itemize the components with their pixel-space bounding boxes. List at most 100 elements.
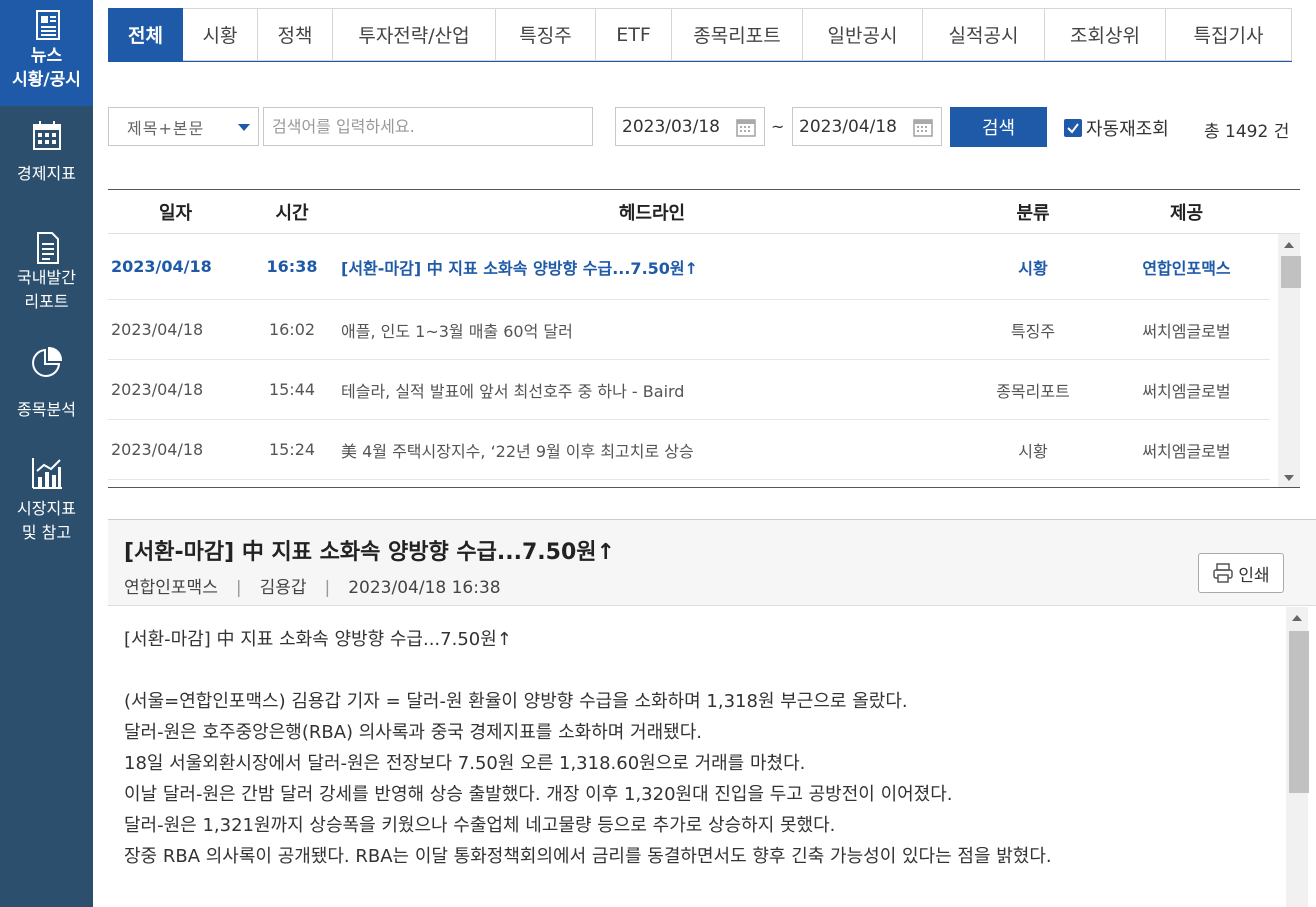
row-date: 2023/04/18 <box>111 257 212 276</box>
date-to-field[interactable]: 2023/04/18 <box>792 107 942 146</box>
row-time: 15:24 <box>268 440 316 459</box>
article-header: [서환-마감] 中 지표 소화속 양방향 수급...7.50원↑ 연합인포맥스 |… <box>108 520 1316 606</box>
article-view: [서환-마감] 中 지표 소화속 양방향 수급...7.50원↑ 연합인포맥스 |… <box>108 519 1316 907</box>
col-header-provider: 제공 <box>1169 202 1204 224</box>
auto-refresh-label: 자동재조회 <box>1086 119 1169 140</box>
chevron-down-icon <box>238 124 250 131</box>
col-header-date: 일자 <box>158 202 193 224</box>
check-icon[interactable] <box>1064 119 1082 137</box>
category-tabs: 전체 시황 정책 투자전략/산업 특징주 ETF 종목리포트 일반공시 실적공시… <box>108 8 1292 62</box>
auto-refresh-checkbox[interactable]: 자동재조회 <box>1064 115 1169 141</box>
article-body: [서환-마감] 中 지표 소화속 양방향 수급...7.50원↑ (서울=연합인… <box>124 624 1264 872</box>
article-scrollbar[interactable] <box>1286 607 1309 907</box>
calendar-icon[interactable] <box>913 117 933 137</box>
article-meta: 연합인포맥스 | 김용갑 | 2023/04/18 16:38 <box>124 573 501 598</box>
sidebar-item-label: 국내발간 <box>17 268 76 287</box>
scroll-thumb[interactable] <box>1281 256 1301 288</box>
search-scope-select[interactable]: 제목+본문 <box>108 107 259 146</box>
sidebar-item-news[interactable]: 뉴스 시황/공시 <box>0 0 93 106</box>
sidebar-item-label: 경제지표 <box>17 164 76 183</box>
row-date: 2023/04/18 <box>111 320 204 339</box>
row-date: 2023/04/18 <box>111 380 204 399</box>
scroll-thumb[interactable] <box>1289 631 1309 793</box>
scroll-up-icon[interactable] <box>1284 242 1294 248</box>
sidebar-item-label: 시황/공시 <box>12 70 81 90</box>
scroll-down-icon[interactable] <box>1284 475 1294 481</box>
sidebar: 뉴스 시황/공시 경제지표 국내발간 리포트 종목분석 시장지표 및 참고 <box>0 0 93 907</box>
tab-earnings-disclosure[interactable]: 실적공시 <box>923 8 1045 61</box>
article-paragraph: 달러-원은 1,321원까지 상승폭을 키웠으나 수출업체 네고물량 등으로 추… <box>124 815 836 836</box>
row-headline[interactable]: 애플, 인도 1~3월 매출 60억 달러 <box>341 318 963 342</box>
search-button[interactable]: 검색 <box>950 107 1047 147</box>
tab-special-articles[interactable]: 특집기사 <box>1166 8 1292 61</box>
article-author: 김용갑 <box>259 578 307 598</box>
row-provider: 써치엠글로벌 <box>1142 381 1231 401</box>
article-paragraph: 장중 RBA 의사록이 공개됐다. RBA는 이달 통화정책회의에서 금리를 동… <box>124 846 1052 867</box>
row-time: 16:02 <box>268 320 316 339</box>
row-category: 시황 <box>1018 441 1048 461</box>
col-header-category: 분류 <box>1016 202 1050 224</box>
row-provider: 써치엠글로벌 <box>1142 441 1231 461</box>
article-paragraph: 달러-원은 호주중앙은행(RBA) 의사록과 중국 경제지표를 소화하며 거래됐… <box>124 722 702 743</box>
date-from-field[interactable]: 2023/03/18 <box>615 107 765 146</box>
meta-separator: | <box>324 578 331 598</box>
calendar-icon[interactable] <box>736 117 756 137</box>
document-icon <box>36 232 59 264</box>
table-row[interactable]: 2023/04/18 15:44 테슬라, 실적 발표에 앞서 최선호주 중 하… <box>108 360 1270 420</box>
row-provider: 연합인포맥스 <box>1142 258 1231 278</box>
row-headline[interactable]: [서환-마감] 中 지표 소화속 양방향 수급...7.50원↑ <box>341 255 963 279</box>
row-headline[interactable]: 美 4월 주택시장지수, ‘22년 9월 이후 최고치로 상승 <box>341 438 963 462</box>
table-row[interactable]: 2023/04/18 15:24 美 4월 주택시장지수, ‘22년 9월 이후… <box>108 420 1270 480</box>
tab-all[interactable]: 전체 <box>108 8 183 61</box>
newspaper-icon <box>35 10 60 40</box>
print-button[interactable]: 인쇄 <box>1198 553 1284 593</box>
meta-separator: | <box>235 578 242 598</box>
row-category: 시황 <box>1018 258 1048 278</box>
tab-strategy-industry[interactable]: 투자전략/산업 <box>333 8 496 61</box>
sidebar-item-economic-indicators[interactable]: 경제지표 <box>0 118 93 186</box>
pie-chart-icon <box>31 346 62 377</box>
news-table: 일자 시간 헤드라인 분류 제공 2023/04/18 16:38 [서환-마감… <box>108 189 1301 487</box>
sidebar-item-label: 시장지표 <box>17 499 76 518</box>
row-time: 15:44 <box>268 380 316 399</box>
tab-policy[interactable]: 정책 <box>258 8 333 61</box>
article-paragraph: [서환-마감] 中 지표 소화속 양방향 수급...7.50원↑ <box>124 629 512 650</box>
date-to-value: 2023/04/18 <box>799 116 897 137</box>
printer-icon <box>1213 563 1234 583</box>
section-divider <box>108 487 1300 488</box>
article-datetime: 2023/04/18 16:38 <box>348 578 501 598</box>
sidebar-item-domestic-reports[interactable]: 국내발간 리포트 <box>0 230 93 314</box>
sidebar-item-stock-analysis[interactable]: 종목분석 <box>0 344 93 422</box>
date-from-value: 2023/03/18 <box>622 116 720 137</box>
print-label: 인쇄 <box>1238 565 1270 586</box>
article-paragraph: 이날 달러-원은 간밤 달러 강세를 반영해 상승 출발했다. 개장 이후 1,… <box>124 784 953 805</box>
sidebar-item-market-indicators[interactable]: 시장지표 및 참고 <box>0 455 93 545</box>
tab-etf[interactable]: ETF <box>596 8 672 61</box>
table-scrollbar[interactable] <box>1278 234 1301 487</box>
tab-featured-stocks[interactable]: 특징주 <box>496 8 596 61</box>
col-header-time: 시간 <box>275 202 309 224</box>
tab-market[interactable]: 시황 <box>183 8 258 61</box>
table-row[interactable]: 2023/04/18 16:38 [서환-마감] 中 지표 소화속 양방향 수급… <box>108 234 1270 300</box>
date-range-separator: ~ <box>771 117 785 136</box>
col-header-headline: 헤드라인 <box>618 202 686 224</box>
tab-stock-reports[interactable]: 종목리포트 <box>672 8 803 61</box>
sidebar-item-label: 리포트 <box>24 292 69 311</box>
scroll-up-icon[interactable] <box>1292 615 1302 621</box>
sidebar-item-label: 및 참고 <box>21 523 72 542</box>
row-headline[interactable]: 테슬라, 실적 발표에 앞서 최선호주 중 하나 - Baird <box>341 378 963 402</box>
tab-general-disclosure[interactable]: 일반공시 <box>803 8 923 61</box>
bar-chart-icon <box>31 458 62 489</box>
calendar-icon <box>32 121 61 150</box>
table-row[interactable]: 2023/04/18 16:02 애플, 인도 1~3월 매출 60억 달러 특… <box>108 300 1270 360</box>
sidebar-item-label: 종목분석 <box>17 400 76 419</box>
row-category: 종목리포트 <box>996 381 1070 401</box>
total-count: 총 1492 건 <box>1204 122 1290 142</box>
tab-top-viewed[interactable]: 조회상위 <box>1045 8 1166 61</box>
search-input[interactable] <box>263 107 593 146</box>
article-title: [서환-마감] 中 지표 소화속 양방향 수급...7.50원↑ <box>124 540 615 565</box>
article-paragraph: 18일 서울외환시장에서 달러-원은 전장보다 7.50원 오른 1,318.6… <box>124 753 806 774</box>
search-bar: 제목+본문 2023/03/18 ~ 2023/04/18 검색 자동재조회 총… <box>108 107 1316 147</box>
row-category: 특징주 <box>1010 321 1056 341</box>
row-provider: 써치엠글로벌 <box>1142 321 1231 341</box>
